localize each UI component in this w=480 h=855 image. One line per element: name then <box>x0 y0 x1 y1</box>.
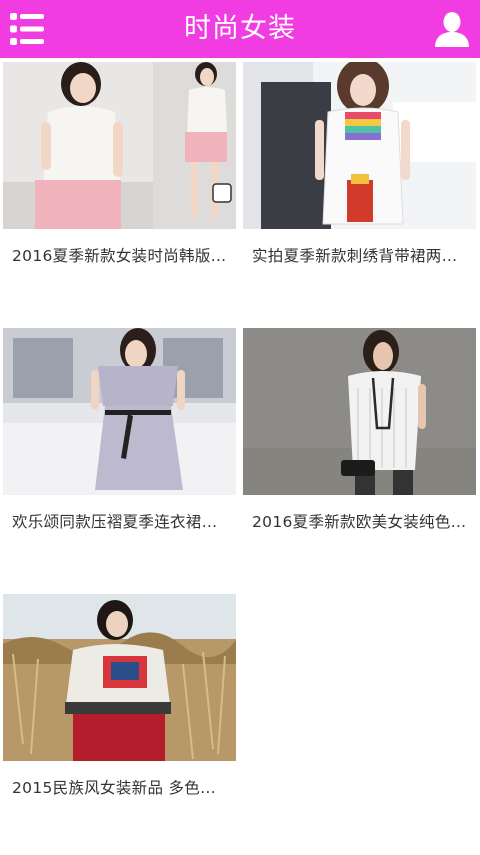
app-header: 时尚女装 <box>0 0 480 58</box>
page-title: 时尚女装 <box>184 13 296 44</box>
product-image[interactable] <box>3 328 236 495</box>
product-image[interactable] <box>3 62 236 229</box>
product-image[interactable] <box>3 594 236 761</box>
product-caption: 2016夏季新款欧美女装纯色… <box>252 513 467 531</box>
product-caption: 实拍夏季新款刺绣背带裙两… <box>252 247 458 265</box>
product-card[interactable]: 2016夏季新款欧美女装纯色… <box>240 324 476 589</box>
product-card[interactable]: 欢乐颂同款压褶夏季连衣裙… <box>0 324 236 589</box>
product-image[interactable] <box>243 62 476 229</box>
product-card[interactable]: 实拍夏季新款刺绣背带裙两… <box>240 58 476 323</box>
product-caption: 2015民族风女装新品 多色可… <box>12 779 230 797</box>
product-caption: 欢乐颂同款压褶夏季连衣裙… <box>12 513 218 531</box>
user-profile-icon[interactable] <box>433 10 471 48</box>
product-caption: 2016夏季新款女装时尚韩版… <box>12 247 227 265</box>
product-card[interactable]: 2015民族风女装新品 多色可… <box>0 590 236 855</box>
product-image[interactable] <box>243 328 476 495</box>
product-card[interactable]: 2016夏季新款女装时尚韩版… <box>0 58 236 323</box>
